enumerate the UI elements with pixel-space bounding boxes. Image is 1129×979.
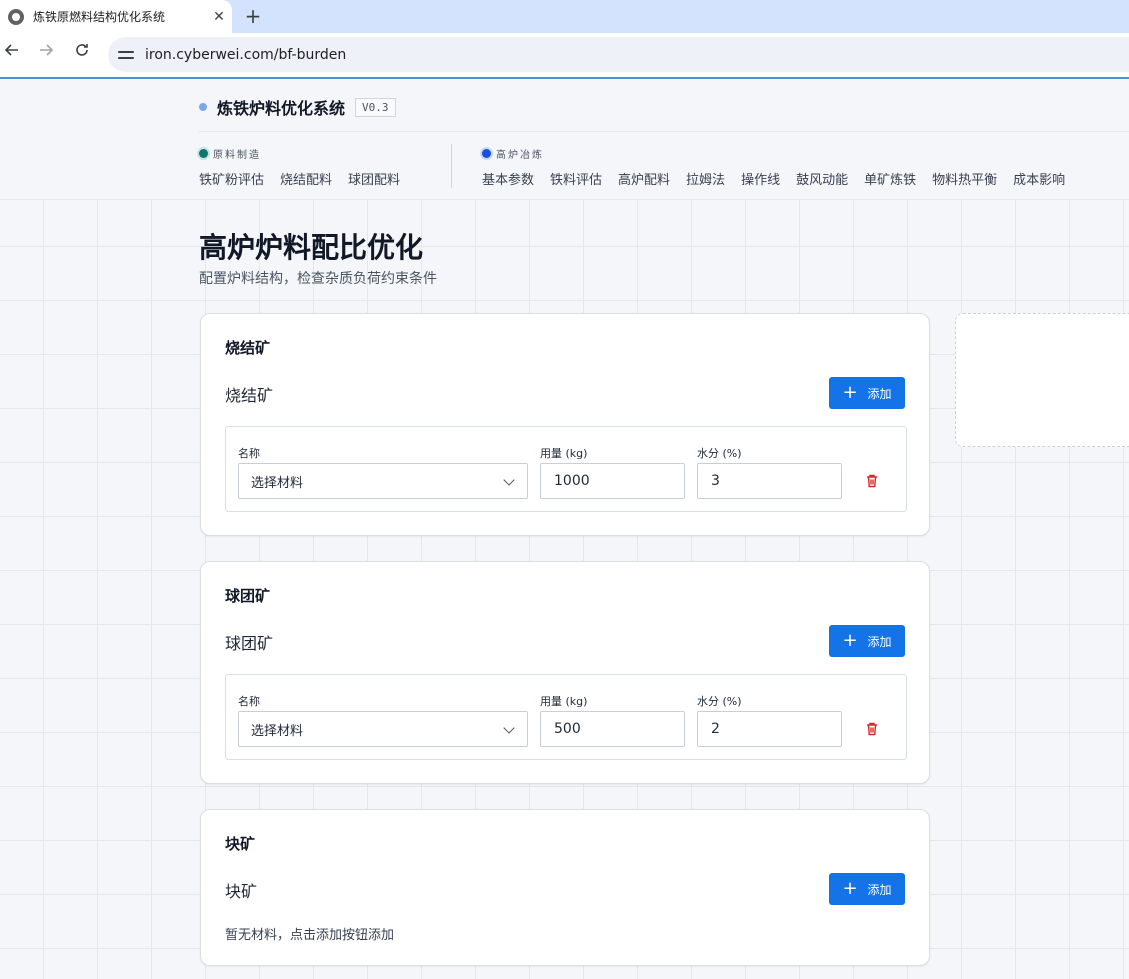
nav-item-pellet[interactable]: 球团配料: [348, 169, 400, 188]
amount-label: 用量 (kg): [540, 695, 588, 708]
close-tab-button[interactable]: ✕: [206, 9, 232, 25]
name-label: 名称: [238, 695, 260, 708]
nav-item-operating-line[interactable]: 操作线: [741, 169, 780, 188]
material-select[interactable]: 选择材料: [238, 463, 528, 499]
card-subheading: 块矿: [225, 882, 258, 901]
chevron-down-icon: [503, 722, 515, 734]
brand[interactable]: 炼铁炉料优化系统 V0.3: [199, 95, 396, 119]
moisture-input[interactable]: 3: [697, 463, 842, 499]
url-text: iron.cyberwei.com/bf-burden: [145, 46, 347, 63]
reload-icon[interactable]: [70, 41, 94, 65]
plus-icon: +: [842, 382, 858, 403]
sinter-card: 烧结矿 烧结矿 + 添加 名称 用量 (kg) 水分 (%) 选择材料 1000…: [200, 313, 930, 536]
add-label: 添加: [867, 634, 892, 649]
nav-item-iron-eval[interactable]: 铁料评估: [550, 169, 602, 188]
page-title: 高炉炉料配比优化: [199, 231, 424, 264]
nav-item-blast-kinetic[interactable]: 鼓风动能: [796, 169, 848, 188]
back-arrow-icon[interactable]: [0, 41, 24, 65]
summary-panel: [955, 313, 1129, 447]
pellet-card: 球团矿 球团矿 + 添加 名称 用量 (kg) 水分 (%) 选择材料 500 …: [200, 561, 930, 784]
nav-group-label: 高炉冶炼: [496, 149, 544, 161]
nav-item-heat-balance[interactable]: 物料热平衡: [932, 169, 997, 188]
nav-group-label: 原料制造: [213, 149, 261, 161]
browser-tab[interactable]: 炼铁原燃料结构优化系统 ✕: [0, 0, 232, 33]
address-bar[interactable]: iron.cyberwei.com/bf-burden: [108, 37, 1129, 72]
material-row: 名称 用量 (kg) 水分 (%) 选择材料 1000 3: [225, 426, 907, 512]
new-tab-button[interactable]: +: [240, 2, 266, 30]
brand-dot-icon: [199, 103, 207, 111]
nav-item-rist[interactable]: 拉姆法: [686, 169, 725, 188]
group-dot-icon: [199, 148, 208, 158]
amount-label: 用量 (kg): [540, 447, 588, 460]
nav-group-blast-furnace: 高炉冶炼 基本参数 铁料评估 高炉配料 拉姆法 操作线 鼓风动能 单矿炼铁 物料…: [482, 145, 1081, 188]
add-label: 添加: [867, 882, 892, 897]
select-placeholder: 选择材料: [251, 475, 304, 491]
nav-item-bf-burden[interactable]: 高炉配料: [618, 169, 670, 188]
card-heading: 球团矿: [225, 587, 271, 605]
nav-item-sinter[interactable]: 烧结配料: [280, 169, 332, 188]
card-heading: 烧结矿: [225, 339, 271, 357]
site-info-icon[interactable]: [118, 47, 134, 63]
amount-input[interactable]: 1000: [540, 463, 685, 499]
add-pellet-button[interactable]: + 添加: [829, 625, 905, 657]
main-content: 高炉炉料配比优化 配置炉料结构，检查杂质负荷约束条件 烧结矿 烧结矿 + 添加 …: [0, 200, 1129, 979]
card-heading: 块矿: [225, 835, 256, 853]
page-subtitle: 配置炉料结构，检查杂质负荷约束条件: [199, 271, 437, 287]
nav-item-single-ore[interactable]: 单矿炼铁: [864, 169, 916, 188]
nav-item-ore-fines[interactable]: 铁矿粉评估: [199, 169, 264, 188]
chevron-down-icon: [503, 474, 515, 486]
card-subheading: 球团矿: [225, 634, 274, 653]
amount-input[interactable]: 500: [540, 711, 685, 747]
select-placeholder: 选择材料: [251, 723, 304, 739]
brand-title: 炼铁炉料优化系统: [217, 99, 346, 118]
app-header: 炼铁炉料优化系统 V0.3 原料制造 铁矿粉评估 烧结配料 球团配料 高炉冶炼 …: [0, 79, 1129, 200]
empty-state-text: 暂无材料，点击添加按钮添加: [225, 928, 395, 943]
add-lump-ore-button[interactable]: + 添加: [829, 873, 905, 905]
forward-arrow-icon[interactable]: [34, 41, 58, 65]
moisture-label: 水分 (%): [697, 695, 742, 708]
group-dot-icon: [482, 148, 491, 158]
trash-icon[interactable]: [864, 473, 880, 489]
tab-title: 炼铁原燃料结构优化系统: [33, 10, 166, 24]
version-badge: V0.3: [355, 97, 396, 117]
material-select[interactable]: 选择材料: [238, 711, 528, 747]
nav-item-cost-impact[interactable]: 成本影响: [1013, 169, 1065, 188]
lump-ore-card: 块矿 块矿 + 添加 暂无材料，点击添加按钮添加: [200, 809, 930, 966]
nav-item-basic-params[interactable]: 基本参数: [482, 169, 534, 188]
plus-icon: +: [842, 630, 858, 651]
moisture-label: 水分 (%): [697, 447, 742, 460]
card-subheading: 烧结矿: [225, 386, 274, 405]
browser-tab-bar: 炼铁原燃料结构优化系统 ✕ +: [0, 0, 1129, 33]
add-sinter-button[interactable]: + 添加: [829, 377, 905, 409]
nav-group-materials: 原料制造 铁矿粉评估 烧结配料 球团配料: [199, 145, 416, 188]
plus-icon: +: [842, 878, 858, 899]
trash-icon[interactable]: [864, 721, 880, 737]
material-row: 名称 用量 (kg) 水分 (%) 选择材料 500 2: [225, 674, 907, 760]
nav-separator: [451, 144, 452, 188]
moisture-input[interactable]: 2: [697, 711, 842, 747]
header-divider: [199, 131, 1129, 132]
browser-toolbar: iron.cyberwei.com/bf-burden: [0, 33, 1129, 78]
name-label: 名称: [238, 447, 260, 460]
add-label: 添加: [867, 386, 892, 401]
globe-icon: [8, 8, 24, 25]
